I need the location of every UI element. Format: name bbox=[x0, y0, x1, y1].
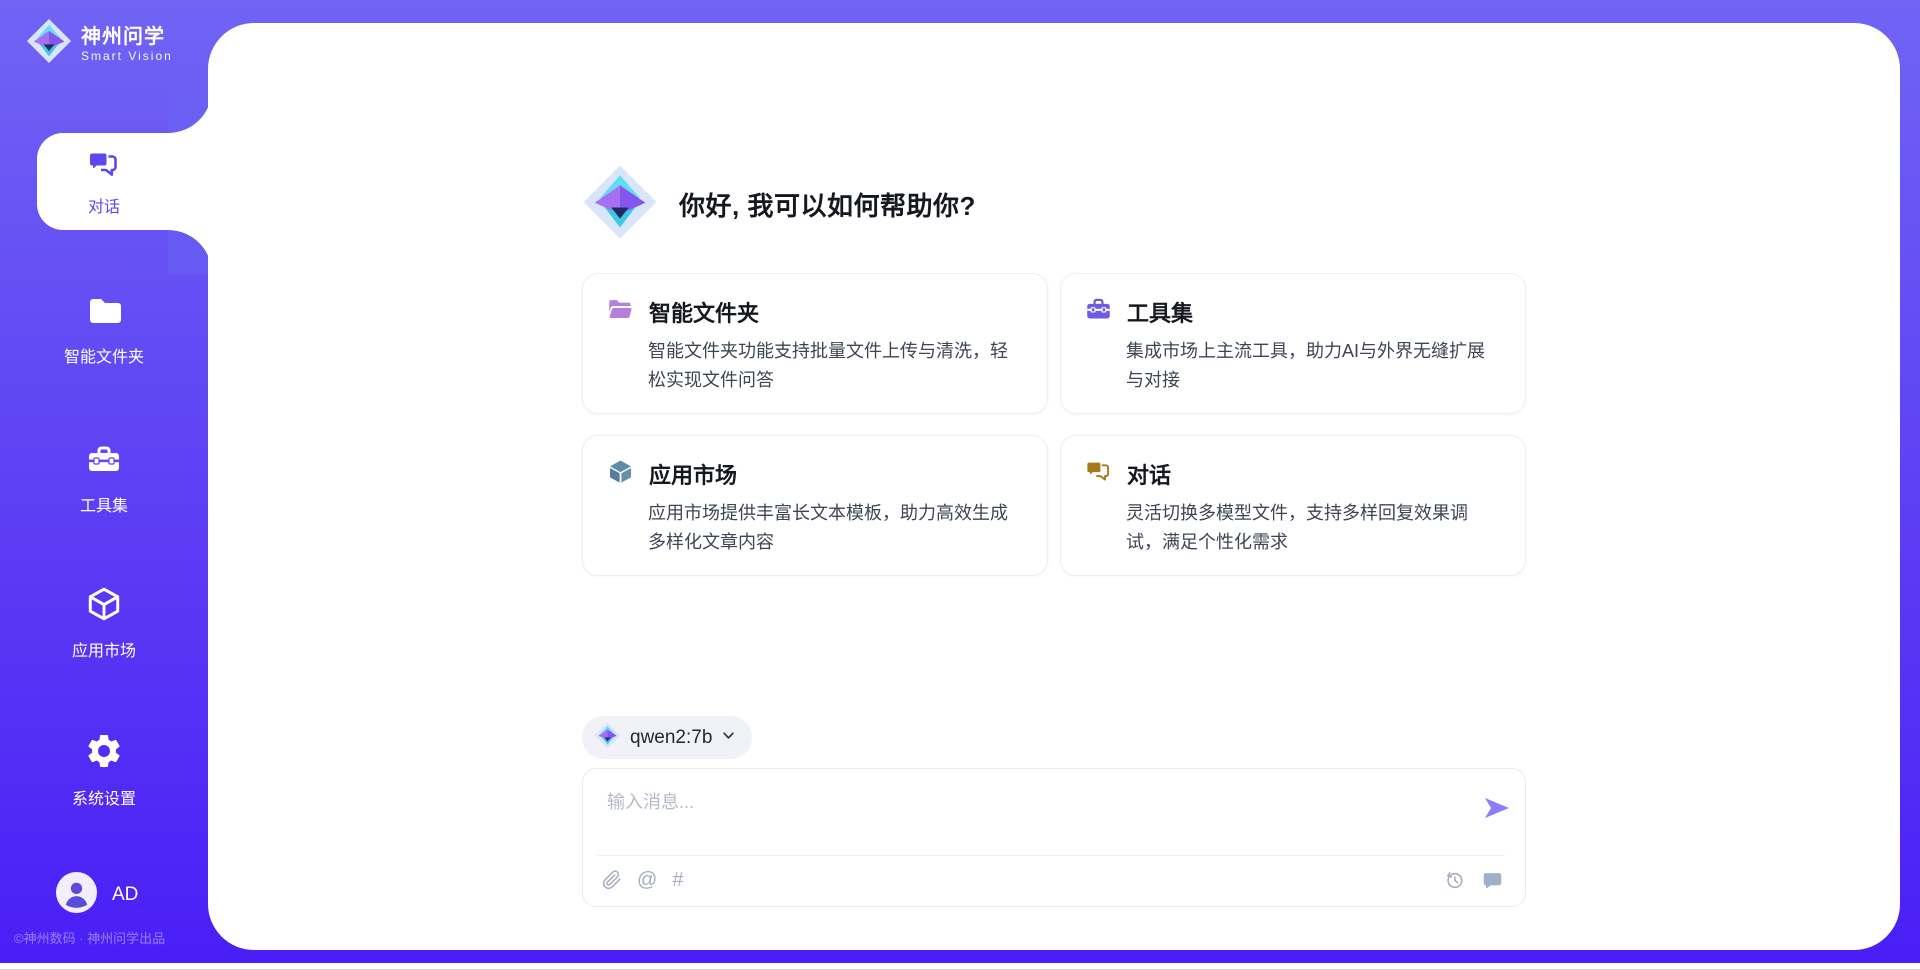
card-title: 智能文件夹 bbox=[649, 296, 759, 328]
sidebar-item-label: 工具集 bbox=[80, 492, 128, 516]
message-input-box: @ # bbox=[582, 768, 1526, 907]
card-description: 集成市场上主流工具，助力AI与外界无缝扩展与对接 bbox=[1126, 337, 1501, 395]
card-smart-folder[interactable]: 智能文件夹 智能文件夹功能支持批量文件上传与清洗，轻松实现文件问答 bbox=[582, 273, 1048, 414]
card-description: 智能文件夹功能支持批量文件上传与清洗，轻松实现文件问答 bbox=[648, 337, 1023, 395]
card-title: 对话 bbox=[1127, 458, 1171, 490]
brand-name: 神州问学 bbox=[81, 25, 173, 49]
gear-icon bbox=[84, 731, 124, 776]
card-toolset[interactable]: 工具集 集成市场上主流工具，助力AI与外界无缝扩展与对接 bbox=[1060, 273, 1526, 414]
user-name: AD bbox=[112, 884, 138, 906]
chat-square-icon[interactable] bbox=[1482, 870, 1503, 891]
card-title: 应用市场 bbox=[649, 458, 737, 490]
main-panel: 你好, 我可以如何帮助你? 智能文件夹 智能文件夹功能支持批量文件上传与清洗，轻… bbox=[208, 23, 1900, 950]
sidebar-item-label: 智能文件夹 bbox=[64, 343, 144, 367]
hash-icon[interactable]: # bbox=[672, 870, 683, 890]
greeting-gem-icon bbox=[582, 164, 658, 245]
feature-cards: 智能文件夹 智能文件夹功能支持批量文件上传与清洗，轻松实现文件问答 bbox=[582, 273, 1526, 576]
send-button[interactable] bbox=[1482, 793, 1512, 823]
card-title: 工具集 bbox=[1127, 296, 1193, 328]
user-profile[interactable]: AD bbox=[56, 872, 138, 918]
sidebar-item-chat[interactable]: 对话 bbox=[0, 133, 208, 230]
chevron-down-icon bbox=[721, 728, 736, 748]
tab-fillet-bottom bbox=[168, 230, 212, 274]
model-selector[interactable]: qwen2:7b bbox=[582, 716, 752, 759]
sidebar-item-label: 系统设置 bbox=[72, 785, 136, 809]
app-frame: 神州问学 Smart Vision 对话 智能文件夹 bbox=[0, 0, 1920, 963]
person-avatar-icon bbox=[56, 872, 97, 918]
greeting-title: 你好, 我可以如何帮助你? bbox=[679, 186, 976, 223]
chat-bubbles-icon bbox=[1085, 458, 1112, 490]
open-folder-icon bbox=[607, 296, 634, 328]
at-sign-icon[interactable]: @ bbox=[637, 870, 657, 890]
greeting: 你好, 我可以如何帮助你? bbox=[582, 164, 1526, 245]
tab-fillet-top bbox=[168, 89, 212, 133]
brand-gem-icon bbox=[26, 18, 72, 69]
chat-bubbles-icon bbox=[86, 146, 122, 187]
toolbox-icon bbox=[86, 442, 122, 483]
history-clock-icon[interactable] bbox=[1444, 870, 1465, 891]
card-description: 应用市场提供丰富长文本模板，助力高效生成多样化文章内容 bbox=[648, 499, 1023, 557]
brand: 神州问学 Smart Vision bbox=[26, 18, 196, 69]
card-description: 灵活切换多模型文件，支持多样回复效果调试，满足个性化需求 bbox=[1126, 499, 1501, 557]
model-gem-icon bbox=[594, 722, 621, 754]
window-bottom-edge bbox=[0, 963, 1920, 970]
sidebar-item-settings[interactable]: 系统设置 bbox=[0, 731, 208, 809]
sidebar-item-label: 对话 bbox=[88, 193, 120, 217]
sidebar-item-folder[interactable]: 智能文件夹 bbox=[0, 293, 208, 367]
brand-subtitle: Smart Vision bbox=[81, 49, 173, 63]
cube-icon bbox=[607, 458, 634, 490]
card-app-market[interactable]: 应用市场 应用市场提供丰富长文本模板，助力高效生成多样化文章内容 bbox=[582, 435, 1048, 576]
composer-toolbar: @ # bbox=[602, 854, 1503, 906]
message-input[interactable] bbox=[583, 769, 1463, 853]
model-name: qwen2:7b bbox=[630, 727, 712, 749]
paperclip-icon[interactable] bbox=[602, 870, 622, 890]
sidebar-item-label: 应用市场 bbox=[72, 637, 136, 661]
composer: qwen2:7b bbox=[582, 716, 1526, 907]
card-chat[interactable]: 对话 灵活切换多模型文件，支持多样回复效果调试，满足个性化需求 bbox=[1060, 435, 1526, 576]
folder-icon bbox=[86, 293, 122, 334]
toolbox-icon bbox=[1085, 296, 1112, 328]
sidebar-item-toolset[interactable]: 工具集 bbox=[0, 442, 208, 516]
cube-icon bbox=[85, 585, 123, 628]
sidebar-footer: ©神州数码 · 神州问学出品 bbox=[14, 928, 208, 947]
sidebar-item-market[interactable]: 应用市场 bbox=[0, 585, 208, 661]
